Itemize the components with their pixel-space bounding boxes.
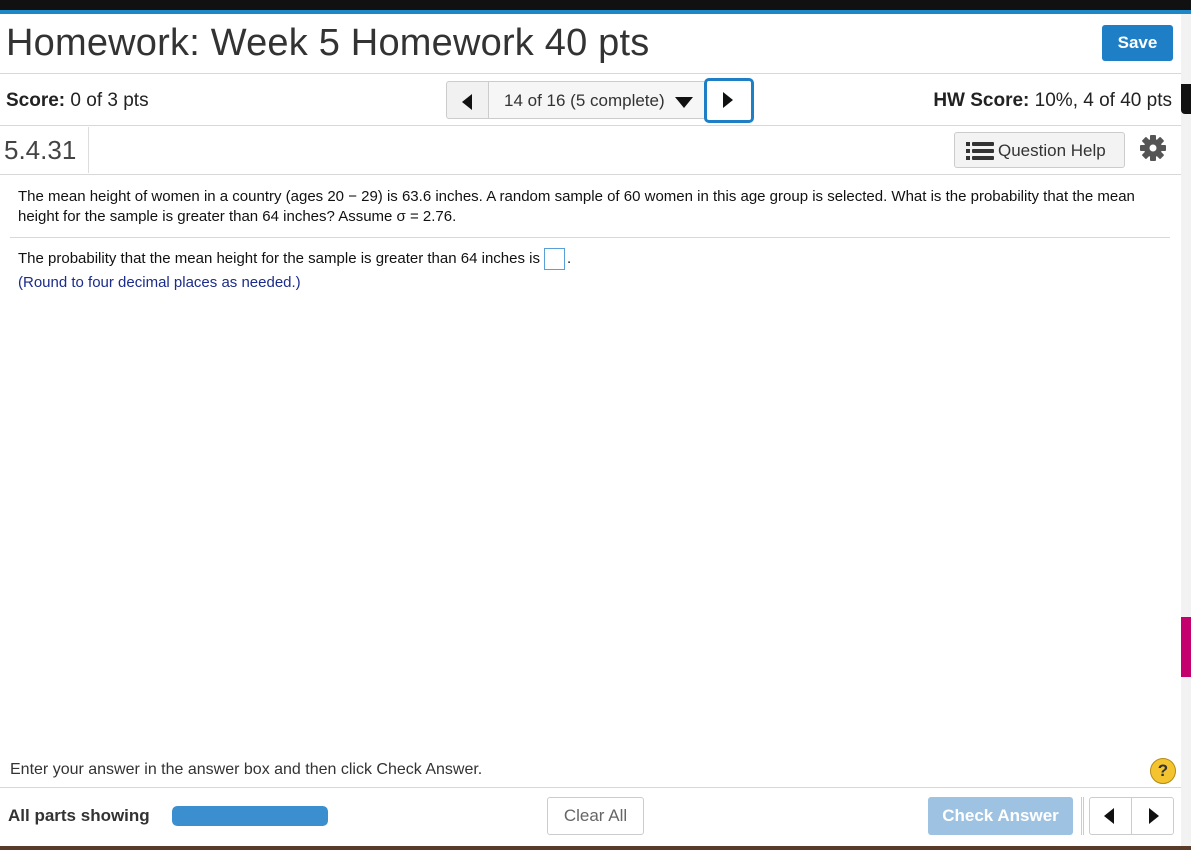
question-header: 5.4.31 Question Help	[0, 127, 1181, 173]
previous-question-button[interactable]	[446, 81, 489, 119]
next-question-button[interactable]	[704, 78, 754, 123]
triangle-left-icon	[1104, 808, 1114, 824]
parts-label: All parts showing	[8, 806, 150, 825]
triangle-right-icon	[1149, 808, 1159, 824]
homework-score: HW Score: 10%, 4 of 40 pts	[933, 90, 1172, 112]
problem-statement: The mean height of women in a country (a…	[18, 188, 1135, 225]
score-value: 0 of 3 pts	[70, 90, 149, 111]
divider	[10, 237, 1170, 238]
hw-score-value: 10%, 4 of 40 pts	[1034, 90, 1172, 111]
list-icon	[966, 142, 994, 160]
question-help-button[interactable]: Question Help	[954, 132, 1125, 168]
footer-bar: All parts showing Clear All Check Answer	[0, 787, 1181, 846]
answer-instruction: Enter your answer in the answer box and …	[10, 761, 483, 778]
check-answer-button[interactable]: Check Answer	[928, 797, 1073, 835]
question-score: Score: 0 of 3 pts	[6, 90, 149, 112]
page-title: Homework: Week 5 Homework 40 pts	[6, 22, 650, 64]
answer-prompt: The probability that the mean height for…	[18, 250, 540, 267]
answer-line: The probability that the mean height for…	[18, 248, 572, 271]
homework-window: Homework: Week 5 Homework 40 pts Save Sc…	[0, 14, 1181, 846]
save-button[interactable]: Save	[1102, 25, 1173, 61]
gear-icon[interactable]	[1139, 134, 1167, 162]
answer-suffix: .	[566, 250, 572, 267]
triangle-left-icon	[462, 94, 472, 110]
footer-previous-button[interactable]	[1090, 798, 1132, 834]
footer-navigation	[1089, 797, 1174, 835]
background-glyph	[1181, 84, 1191, 114]
browser-top-strip	[0, 0, 1191, 14]
question-help-label: Question Help	[998, 141, 1106, 160]
progress-fill	[172, 806, 328, 826]
rounding-hint: (Round to four decimal places as needed.…	[18, 274, 301, 291]
background-page-edge	[1181, 14, 1191, 850]
clear-all-button[interactable]: Clear All	[547, 797, 644, 835]
answer-input[interactable]	[543, 248, 565, 271]
score-bar: Score: 0 of 3 pts 14 of 16 (5 complete) …	[0, 75, 1181, 126]
question-select-dropdown[interactable]: 14 of 16 (5 complete)	[489, 81, 704, 119]
background-bottom-strip	[0, 846, 1191, 850]
background-pink-bar	[1181, 617, 1191, 677]
divider	[88, 127, 89, 173]
help-circle-icon[interactable]: ?	[1150, 758, 1176, 784]
caret-down-icon	[675, 97, 693, 108]
hw-score-label: HW Score:	[933, 90, 1030, 111]
divider	[1081, 797, 1084, 835]
question-content: The mean height of women in a country (a…	[0, 174, 1181, 759]
title-bar: Homework: Week 5 Homework 40 pts Save	[0, 14, 1181, 74]
question-position: 14 of 16 (5 complete)	[504, 91, 665, 110]
parts-progress-bar	[172, 806, 328, 826]
question-number: 5.4.31	[4, 135, 77, 165]
triangle-right-icon	[723, 92, 733, 108]
score-label: Score:	[6, 90, 66, 111]
footer-next-button[interactable]	[1132, 798, 1174, 834]
